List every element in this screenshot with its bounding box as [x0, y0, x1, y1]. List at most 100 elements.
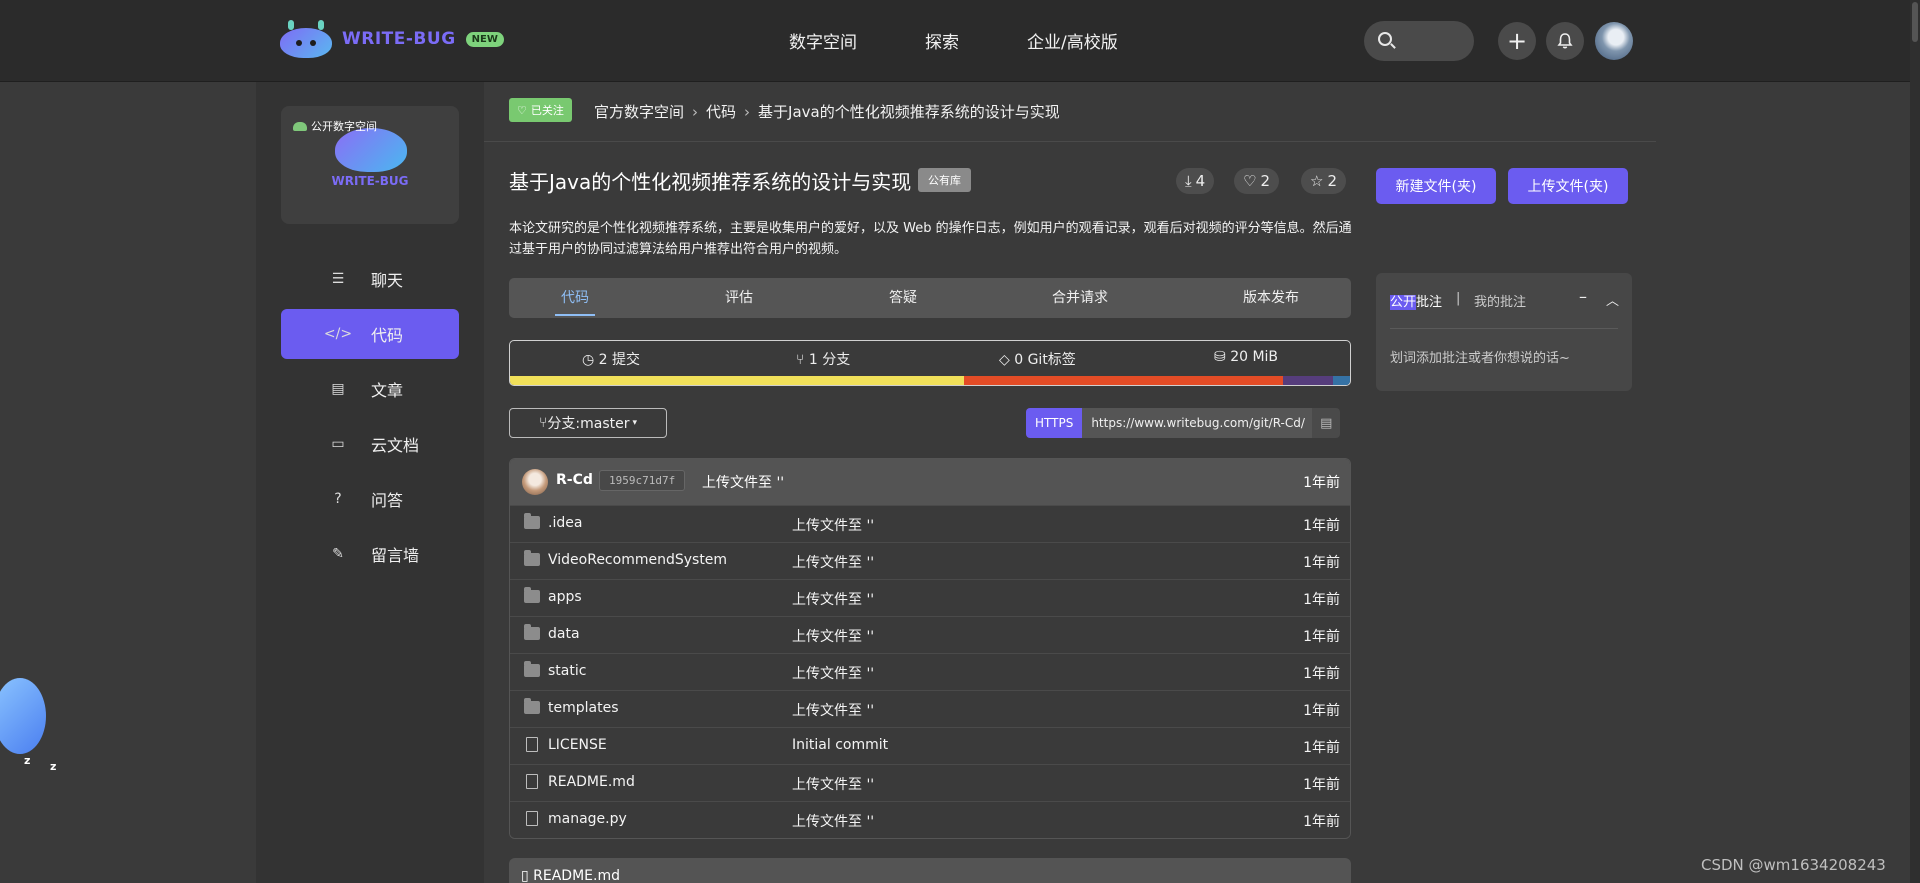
watermark: CSDN @wm1634208243	[1701, 856, 1886, 874]
folder-icon	[524, 513, 540, 529]
size-value: 20 MiB	[1230, 349, 1279, 365]
file-icon	[526, 774, 538, 789]
file-commit-message[interactable]: 上传文件至 ''	[792, 552, 874, 572]
file-name[interactable]: static	[548, 663, 586, 679]
sleep-z-icon: z	[50, 760, 57, 773]
nav-digital-space[interactable]: 数字空间	[789, 28, 857, 53]
tab-my-annotations[interactable]: 我的批注	[1474, 291, 1526, 310]
nav-enterprise[interactable]: 企业/高校版	[1027, 28, 1118, 53]
code-icon: </>	[323, 326, 353, 342]
branches-stat[interactable]: ⑂ 1 分支	[796, 349, 850, 369]
nav-explore[interactable]: 探索	[925, 28, 959, 53]
file-name[interactable]: LICENSE	[548, 737, 607, 753]
star-count[interactable]: ☆ 2	[1301, 168, 1346, 194]
sidebar-item-message-wall[interactable]: ✎ 留言墙	[281, 529, 459, 579]
sidebar-item-label: 聊天	[371, 271, 404, 290]
table-row[interactable]: README.md 上传文件至 '' 1年前	[510, 764, 1350, 801]
notifications-button[interactable]	[1546, 22, 1584, 60]
file-commit-time: 1年前	[1303, 740, 1340, 756]
file-commit-time: 1年前	[1303, 518, 1340, 534]
download-icon: ⤓	[1185, 172, 1192, 190]
tags-stat[interactable]: ◇ 0 Git标签	[999, 349, 1076, 369]
minimize-icon[interactable]: –	[1579, 287, 1587, 306]
file-name[interactable]: templates	[548, 700, 619, 716]
sidebar-item-label: 问答	[371, 491, 404, 510]
author-avatar[interactable]	[522, 469, 548, 495]
branch-selector[interactable]: ⑂ 分支:master ▾	[509, 408, 667, 438]
repo-tabs: 代码 评估 答疑 合并请求 版本发布	[509, 278, 1351, 318]
file-name[interactable]: apps	[548, 589, 582, 605]
folder-icon	[524, 587, 540, 603]
file-commit-time: 1年前	[1303, 703, 1340, 719]
commit-author[interactable]: R-Cd	[556, 472, 593, 488]
file-commit-message[interactable]: 上传文件至 ''	[792, 589, 874, 609]
sidebar-item-article[interactable]: ▤ 文章	[281, 364, 459, 414]
commit-message[interactable]: 上传文件至 ''	[702, 472, 784, 492]
breadcrumb-code[interactable]: 代码	[706, 101, 736, 122]
file-commit-message[interactable]: 上传文件至 ''	[792, 700, 874, 720]
chevron-up-icon[interactable]: ︿	[1606, 290, 1619, 309]
star-icon: ☆	[1310, 172, 1324, 190]
copy-icon[interactable]: ▤	[1312, 408, 1341, 438]
site-logo[interactable]: WRITE-BUG NEW	[280, 20, 504, 58]
commit-hash[interactable]: 1959c71d7f	[599, 470, 686, 491]
like-count[interactable]: ♡ 2	[1234, 168, 1279, 194]
table-row[interactable]: VideoRecommendSystem 上传文件至 '' 1年前	[510, 542, 1350, 579]
logo-text: WRITE-BUG	[342, 29, 456, 49]
language-bar	[510, 376, 1350, 385]
page-scrollbar[interactable]	[1910, 0, 1920, 883]
tab-merge-requests[interactable]: 合并请求	[1052, 278, 1108, 318]
sidebar-item-code[interactable]: </> 代码	[281, 309, 459, 359]
tab-qa[interactable]: 答疑	[889, 278, 917, 318]
search-input[interactable]	[1364, 21, 1474, 61]
book-icon: ▯	[521, 868, 534, 883]
clock-icon: ◷	[582, 352, 599, 368]
file-commit-time: 1年前	[1303, 592, 1340, 608]
file-commit-message[interactable]: 上传文件至 ''	[792, 626, 874, 646]
sidebar-item-cloud-docs[interactable]: ▭ 云文档	[281, 419, 459, 469]
floating-mascot[interactable]: z z	[0, 670, 56, 780]
sidebar-item-chat[interactable]: ☰ 聊天	[281, 254, 459, 304]
new-file-button[interactable]: 新建文件(夹)	[1376, 168, 1496, 204]
tab-code[interactable]: 代码	[555, 278, 595, 318]
file-name[interactable]: VideoRecommendSystem	[548, 552, 727, 568]
clone-protocol[interactable]: HTTPS	[1026, 408, 1083, 438]
file-commit-message[interactable]: 上传文件至 ''	[792, 811, 874, 831]
file-commit-message[interactable]: 上传文件至 ''	[792, 774, 874, 794]
table-row[interactable]: LICENSE Initial commit 1年前	[510, 727, 1350, 764]
commits-stat[interactable]: ◷ 2 提交	[582, 349, 640, 369]
breadcrumb-space[interactable]: 官方数字空间	[594, 101, 684, 122]
file-commit-message[interactable]: Initial commit	[792, 737, 888, 753]
tab-releases[interactable]: 版本发布	[1243, 278, 1299, 318]
file-name[interactable]: data	[548, 626, 580, 642]
file-commit-message[interactable]: 上传文件至 ''	[792, 663, 874, 683]
public-space-label: 公开数字空间	[311, 120, 377, 133]
space-card[interactable]: 公开数字空间 WRITE-BUG	[281, 106, 459, 224]
table-row[interactable]: manage.py 上传文件至 '' 1年前	[510, 801, 1350, 838]
file-name[interactable]: manage.py	[548, 811, 627, 827]
space-caption: WRITE-BUG	[331, 174, 409, 188]
download-count[interactable]: ⤓ 4	[1176, 168, 1215, 194]
upload-file-button[interactable]: 上传文件(夹)	[1508, 168, 1628, 204]
user-avatar[interactable]	[1595, 22, 1633, 60]
tags-value: 0 Git标签	[1014, 352, 1076, 368]
table-row[interactable]: data 上传文件至 '' 1年前	[510, 616, 1350, 653]
table-row[interactable]: apps 上传文件至 '' 1年前	[510, 579, 1350, 616]
folder-icon	[524, 698, 540, 714]
table-row[interactable]: templates 上传文件至 '' 1年前	[510, 690, 1350, 727]
question-icon: ?	[334, 491, 342, 507]
file-commit-message[interactable]: 上传文件至 ''	[792, 515, 874, 535]
follow-button[interactable]: ♡ 已关注	[509, 98, 572, 122]
table-row[interactable]: .idea 上传文件至 '' 1年前	[510, 505, 1350, 542]
folder-icon: ▭	[331, 436, 345, 452]
file-name[interactable]: README.md	[548, 774, 635, 790]
create-button[interactable]: +	[1498, 22, 1536, 60]
table-row[interactable]: static 上传文件至 '' 1年前	[510, 653, 1350, 690]
tab-public-annotations[interactable]: 公开批注	[1390, 291, 1442, 310]
tab-evaluate[interactable]: 评估	[725, 278, 753, 318]
clone-url-input[interactable]: https://www.writebug.com/git/R-Cd/	[1082, 408, 1313, 438]
repo-stats-bar: ◷ 2 提交 ⑂ 1 分支 ◇ 0 Git标签 ⛁ 20 MiB	[509, 340, 1351, 386]
branch-icon: ⑂	[796, 352, 809, 368]
sidebar-item-qa[interactable]: ? 问答	[281, 474, 459, 524]
file-name[interactable]: .idea	[548, 515, 582, 531]
